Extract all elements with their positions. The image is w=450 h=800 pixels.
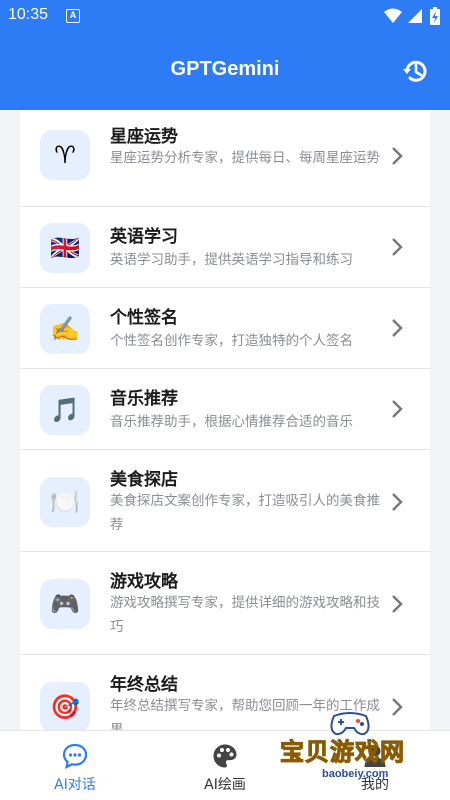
page-title: GPTGemini bbox=[170, 58, 280, 80]
writing-hand-icon: ✍️ bbox=[40, 304, 90, 354]
list-item[interactable]: 🍽️ 美食探店 美食探店文案创作专家，打造吸引人的美食推荐 bbox=[20, 451, 430, 552]
palette-icon bbox=[213, 744, 237, 768]
item-description: 星座运势分析专家，提供每日、每周星座运势 bbox=[110, 150, 380, 166]
tab-ai-chat[interactable]: AI对话 bbox=[0, 731, 150, 800]
item-title: 星座运势 bbox=[110, 127, 178, 147]
status-time: 10:35 bbox=[8, 6, 49, 23]
item-title: 音乐推荐 bbox=[110, 389, 178, 409]
list-item[interactable]: 🇬🇧 英语学习 英语学习助手，提供英语学习指导和练习 bbox=[20, 208, 430, 288]
chat-icon bbox=[62, 743, 88, 769]
item-title: 美食探店 bbox=[110, 470, 178, 490]
game-controller-icon: 🎮 bbox=[40, 579, 90, 629]
app-bar: GPTGemini bbox=[0, 32, 450, 110]
battery-icon bbox=[430, 7, 440, 25]
target-icon: 🎯 bbox=[40, 682, 90, 730]
list-item[interactable]: ✍️ 个性签名 个性签名创作专家，打造独特的个人签名 bbox=[20, 289, 430, 369]
chevron-right-icon bbox=[392, 238, 403, 256]
item-description: 游戏攻略撰写专家，提供详细的游戏攻略和技巧 bbox=[110, 595, 380, 635]
chevron-right-icon bbox=[392, 595, 403, 613]
uk-flag-icon: 🇬🇧 bbox=[40, 223, 90, 273]
history-icon bbox=[403, 60, 427, 82]
plate-icon: 🍽️ bbox=[40, 477, 90, 527]
item-title: 年终总结 bbox=[110, 675, 178, 695]
aries-icon: ♈ bbox=[40, 130, 90, 180]
watermark: 宝贝游戏网 baobeiy.com bbox=[272, 710, 422, 790]
watermark-text: 宝贝游戏网 bbox=[280, 738, 405, 767]
list-item[interactable]: ♈ 星座运势 星座运势分析专家，提供每日、每周星座运势 bbox=[20, 110, 430, 207]
item-title: 个性签名 bbox=[110, 308, 178, 328]
status-bar: 10:35 A bbox=[0, 0, 450, 32]
music-note-icon: 🎵 bbox=[40, 385, 90, 435]
chevron-right-icon bbox=[392, 319, 403, 337]
item-description: 音乐推荐助手，根据心情推荐合适的音乐 bbox=[110, 414, 353, 430]
list-item[interactable]: 🎮 游戏攻略 游戏攻略撰写专家，提供详细的游戏攻略和技巧 bbox=[20, 553, 430, 655]
watermark-url: baobeiy.com bbox=[322, 768, 389, 780]
assistant-list: ♈ 星座运势 星座运势分析专家，提供每日、每周星座运势 🇬🇧 英语学习 英语学习… bbox=[20, 110, 430, 730]
item-title: 游戏攻略 bbox=[110, 572, 178, 592]
chevron-right-icon bbox=[392, 400, 403, 418]
item-title: 英语学习 bbox=[110, 227, 178, 247]
item-description: 英语学习助手，提供英语学习指导和练习 bbox=[110, 252, 353, 268]
history-button[interactable] bbox=[400, 56, 430, 86]
item-description: 美食探店文案创作专家，打造吸引人的美食推荐 bbox=[110, 493, 380, 533]
signal-icon bbox=[408, 9, 422, 23]
notification-icon: A bbox=[66, 9, 80, 23]
item-description: 个性签名创作专家，打造独特的个人签名 bbox=[110, 333, 353, 349]
chevron-right-icon bbox=[392, 493, 403, 511]
chevron-right-icon bbox=[392, 147, 403, 165]
list-item[interactable]: 🎵 音乐推荐 音乐推荐助手，根据心情推荐合适的音乐 bbox=[20, 370, 430, 450]
wifi-icon bbox=[384, 8, 402, 23]
tab-label: AI对话 bbox=[54, 777, 96, 793]
